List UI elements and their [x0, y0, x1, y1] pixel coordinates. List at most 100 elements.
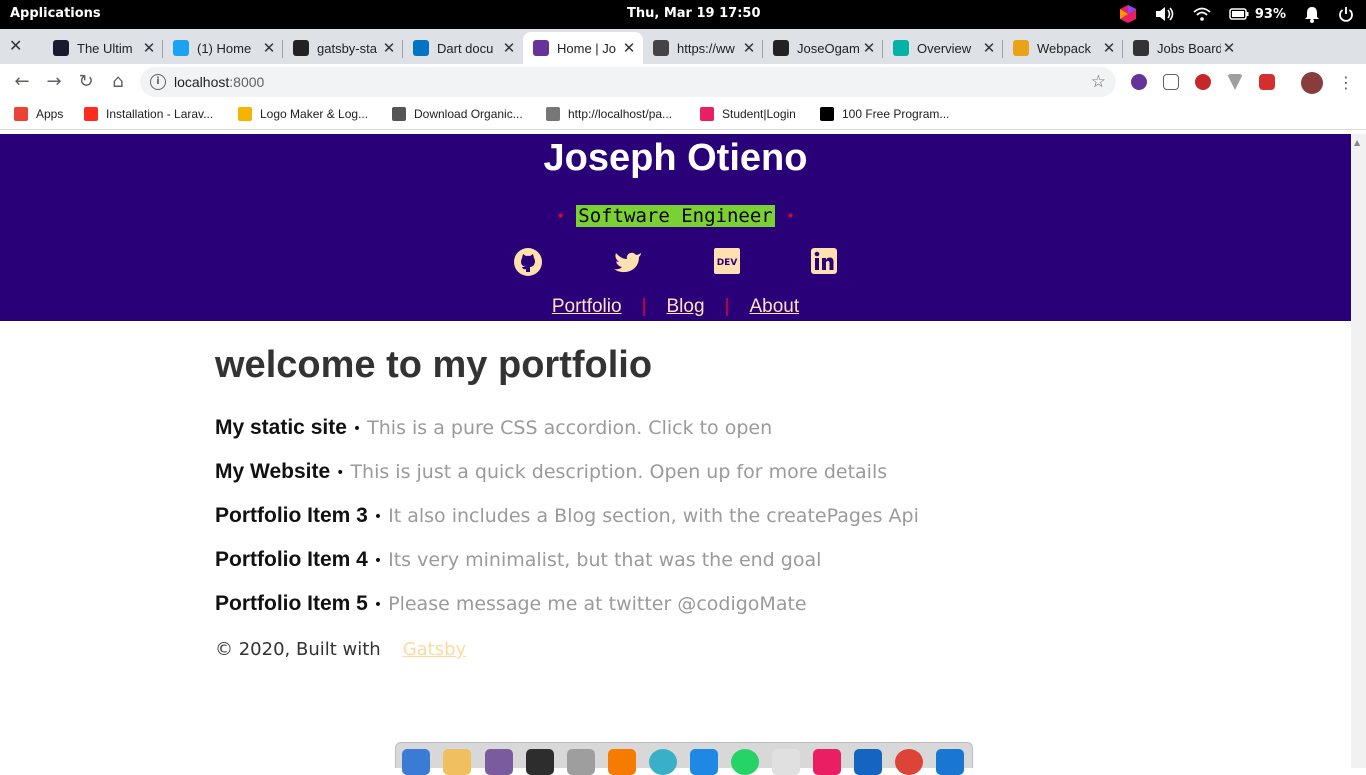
system-tray[interactable]: 93%	[1119, 4, 1354, 24]
dev-icon[interactable]: DEV	[713, 247, 743, 277]
screenshot-tool-icon[interactable]	[854, 749, 882, 775]
gm-icon	[1013, 40, 1029, 56]
battery-percent: 93%	[1254, 6, 1286, 22]
wifi-icon[interactable]	[1193, 7, 1211, 21]
browser-tab[interactable]: Jobs Board ✕	[1123, 32, 1243, 64]
twitter-icon	[173, 40, 189, 56]
webstorm-icon[interactable]	[936, 749, 964, 775]
browser-tab[interactable]: The Ultim ✕	[43, 32, 163, 64]
portfolio-item[interactable]: My static site • This is a pure CSS accord…	[215, 415, 772, 440]
vscode-icon[interactable]	[690, 749, 718, 775]
apps-grid-icon	[14, 107, 28, 121]
terminal-icon[interactable]	[526, 749, 554, 775]
portfolio-item[interactable]: Portfolio Item 4 • Its very minimalist, bu…	[215, 547, 821, 572]
tab-title: Webpack	[1037, 40, 1091, 56]
portfolio-item[interactable]: My Website • This is just a quick descript…	[215, 459, 887, 484]
scroll-up-icon[interactable]: ▲	[1354, 138, 1360, 147]
applications-menu[interactable]: Applications	[10, 6, 101, 21]
reload-button[interactable]: ↻	[76, 72, 96, 92]
tab-title: The Ultim	[77, 40, 133, 56]
home-button[interactable]: ⌂	[108, 72, 128, 92]
tab-close-icon[interactable]: ✕	[1221, 39, 1237, 57]
tab-close-icon[interactable]: ✕	[261, 39, 277, 57]
browser-tab[interactable]: Dart docu ✕	[403, 32, 523, 64]
app-indicator-icon[interactable]	[1119, 4, 1137, 24]
battery-indicator[interactable]: 93%	[1229, 7, 1286, 22]
cast-extension-icon[interactable]	[1163, 74, 1179, 90]
jetbrains-icon[interactable]	[813, 749, 841, 775]
tab-close-icon[interactable]: ✕	[1101, 39, 1117, 57]
site-header: Joseph Otieno • Software Engineer • DEV …	[0, 134, 1351, 321]
clock[interactable]: Thu, Mar 19 17:50	[627, 6, 761, 21]
portfolio-item-title[interactable]: Portfolio Item 4	[215, 548, 368, 571]
bookmark-item[interactable]: Installation - Larav...	[84, 107, 213, 121]
browser-app-icon[interactable]	[649, 749, 677, 775]
browser-tab[interactable]: Webpack ✕	[1003, 32, 1123, 64]
bookmark-item[interactable]: Download Organic...	[392, 107, 523, 121]
whatsapp-icon[interactable]	[731, 749, 759, 775]
sublime-text-icon[interactable]	[608, 749, 636, 775]
tab-separator	[402, 40, 403, 58]
vue-devtools-extension-icon[interactable]	[1227, 74, 1243, 90]
tab-title: Home | Jo	[557, 40, 617, 56]
portfolio-item-title[interactable]: My static site	[215, 416, 347, 439]
software-store-icon[interactable]	[485, 749, 513, 775]
bookmark-item[interactable]: http://localhost/pa...	[546, 107, 672, 121]
nav-blog-link[interactable]: Blog	[667, 296, 705, 317]
portfolio-item[interactable]: Portfolio Item 5 • Please message me at tw…	[215, 591, 807, 616]
globe-icon	[546, 107, 560, 121]
address-url[interactable]: localhost:8000	[174, 74, 264, 90]
tab-title: Overview	[917, 40, 972, 56]
address-bar[interactable]: i localhost:8000 ☆	[140, 67, 1116, 97]
browser-tab[interactable]: Home | Jo ✕	[523, 32, 643, 64]
browser-tab[interactable]: gatsby-sta ✕	[283, 32, 403, 64]
nav-about-link[interactable]: About	[749, 296, 799, 317]
site-info-icon[interactable]: i	[150, 74, 166, 90]
twitter-icon[interactable]	[613, 247, 643, 277]
tab-close-icon[interactable]: ✕	[381, 39, 397, 57]
github-icon	[773, 40, 789, 56]
tab-title: Jobs Board	[1157, 40, 1221, 56]
gatsby-extension-icon[interactable]	[1131, 74, 1147, 90]
redux-extension-icon[interactable]	[1259, 74, 1275, 90]
browser-tab[interactable]: JoseOgam ✕	[763, 32, 883, 64]
portfolio-item[interactable]: Portfolio Item 3 • It also includes a Blog…	[215, 503, 919, 528]
bookmark-item[interactable]: 100 Free Program...	[820, 107, 949, 121]
browser-tab[interactable]: (1) Home ✕	[163, 32, 283, 64]
profile-avatar[interactable]	[1301, 72, 1323, 94]
bookmark-item[interactable]: Student|Login	[700, 107, 796, 121]
gatsby-link[interactable]: Gatsby	[403, 639, 467, 660]
settings-toggle-icon[interactable]	[772, 749, 800, 775]
tab-close-icon[interactable]: ✕	[501, 39, 517, 57]
forward-button[interactable]: →	[44, 72, 64, 92]
power-icon[interactable]	[1338, 6, 1354, 22]
chrome-icon[interactable]	[895, 749, 923, 775]
portfolio-item-title[interactable]: Portfolio Item 3	[215, 504, 368, 527]
portfolio-item-title[interactable]: Portfolio Item 5	[215, 592, 368, 615]
nav-portfolio-link[interactable]: Portfolio	[552, 296, 622, 317]
notification-bell-icon[interactable]	[1304, 6, 1320, 23]
linkedin-icon[interactable]	[810, 247, 840, 277]
page-scrollbar[interactable]: ▲	[1351, 134, 1366, 768]
browser-tab[interactable]: https://ww ✕	[643, 32, 763, 64]
tab-close-icon[interactable]: ✕	[621, 39, 637, 57]
browser-menu-icon[interactable]: ⋮	[1338, 73, 1354, 92]
bookmark-star-icon[interactable]: ☆	[1091, 72, 1106, 92]
tab-close-icon[interactable]: ✕	[981, 39, 997, 57]
portfolio-item-title[interactable]: My Website	[215, 460, 330, 483]
site-nav: Portfolio | Blog | About	[551, 296, 800, 317]
browser-tab[interactable]: Overview ✕	[883, 32, 1003, 64]
files-icon[interactable]	[567, 749, 595, 775]
tab-close-icon[interactable]: ✕	[861, 39, 877, 57]
adblock-extension-icon[interactable]	[1195, 74, 1211, 90]
bookmark-item[interactable]: Logo Maker & Log...	[238, 107, 368, 121]
tab-close-icon[interactable]: ✕	[141, 39, 157, 57]
bookmark-item[interactable]: Apps	[14, 107, 63, 121]
close-window-icon[interactable]: ✕	[9, 38, 25, 54]
mail-icon[interactable]	[443, 749, 471, 775]
back-button[interactable]: ←	[12, 72, 32, 92]
volume-icon[interactable]	[1155, 6, 1175, 22]
workspace-switcher-icon[interactable]	[402, 749, 430, 775]
tab-close-icon[interactable]: ✕	[741, 39, 757, 57]
github-icon[interactable]	[513, 247, 543, 277]
